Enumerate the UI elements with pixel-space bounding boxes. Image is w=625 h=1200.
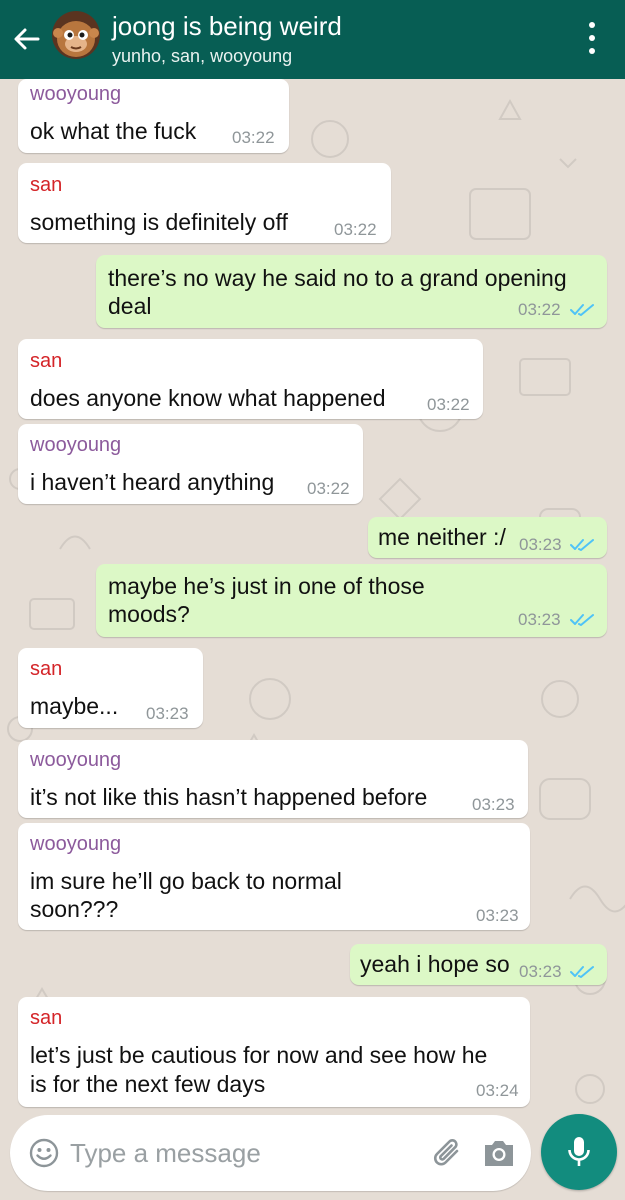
message-text: it’s not like this hasn’t happened befor… [30,784,428,810]
double-check-icon [570,966,594,978]
message-text: is for the next few days [30,1071,266,1097]
message-bubble-incoming[interactable]: san something is definitely off 03:22 [18,163,391,243]
message-sender: san [30,658,63,680]
message-text: im sure he’ll go back to normal [30,868,342,894]
message-text: moods? [108,601,190,627]
message-time: 03:24 [476,1081,519,1100]
chat-participants: yunho, san, wooyoung [112,46,293,66]
message-text: deal [108,293,152,319]
message-text: let’s just be cautious for now and see h… [30,1042,488,1068]
message-bubble-incoming[interactable]: wooyoung it’s not like this hasn’t happe… [18,740,528,818]
message-text: does anyone know what happened [30,385,386,411]
emoji-button[interactable] [28,1137,60,1169]
message-list[interactable]: wooyoung ok what the fuck 03:22 san some… [0,79,625,1200]
message-text: ok what the fuck [30,118,197,144]
message-sender: san [30,350,63,372]
camera-icon [485,1141,513,1166]
message-time: 03:23 [519,535,562,554]
message-text: something is definitely off [30,209,288,235]
message-bubble-incoming[interactable]: san maybe... 03:23 [18,648,203,728]
attach-button[interactable] [430,1135,466,1171]
smiley-icon [29,1138,59,1168]
messages: wooyoung ok what the fuck 03:22 san some… [0,79,625,1200]
message-bubble-incoming[interactable]: wooyoung i haven’t heard anything 03:22 [18,424,363,504]
message-text: maybe... [30,693,119,719]
message-text: me neither :/ [378,524,506,550]
message-text: there’s no way he said no to a grand ope… [108,265,567,291]
message-input[interactable] [70,1131,410,1175]
message-time: 03:22 [427,395,470,414]
message-bubble-outgoing[interactable]: there’s no way he said no to a grand ope… [96,255,607,328]
message-time: 03:23 [518,610,561,629]
message-bubble-incoming[interactable]: wooyoung im sure he’ll go back to normal… [18,823,530,930]
message-sender: san [30,174,63,196]
camera-button[interactable] [482,1137,516,1169]
message-composer [10,1115,531,1191]
message-time: 03:23 [472,795,515,814]
paperclip-icon [434,1139,459,1166]
message-bubble-incoming[interactable]: wooyoung ok what the fuck 03:22 [18,79,289,153]
message-time: 03:22 [307,479,350,498]
message-text: yeah i hope so [360,951,510,977]
chat-title[interactable]: joong is being weird [112,11,342,41]
group-avatar[interactable] [52,11,100,59]
message-sender: wooyoung [30,434,122,456]
double-check-icon [570,304,594,316]
double-check-icon [570,614,594,626]
message-time: 03:22 [334,220,377,239]
arrow-left-icon [14,28,40,50]
microphone-icon [568,1137,590,1166]
message-sender: wooyoung [30,833,122,855]
chat-header: joong is being weird yunho, san, wooyoun… [0,0,625,79]
message-text: i haven’t heard anything [30,469,275,495]
message-time: 03:23 [146,704,189,723]
voice-message-button[interactable] [541,1114,617,1190]
message-sender: wooyoung [30,83,122,105]
double-check-icon [570,539,594,551]
message-bubble-incoming[interactable]: san does anyone know what happened 03:22 [18,339,483,419]
message-text: maybe he’s just in one of those [108,573,425,599]
message-time: 03:22 [232,128,275,147]
message-bubble-outgoing[interactable]: yeah i hope so 03:23 [350,944,607,985]
more-options-button[interactable] [574,14,610,62]
message-sender: wooyoung [30,749,122,771]
message-sender: san [30,1007,63,1029]
message-time: 03:22 [518,300,561,319]
chat-screen: joong is being weird yunho, san, wooyoun… [0,0,625,1200]
message-bubble-incoming[interactable]: san let’s just be cautious for now and s… [18,997,530,1107]
back-button[interactable] [8,18,46,60]
message-time: 03:23 [519,962,562,981]
message-text: soon??? [30,896,119,922]
message-bubble-outgoing[interactable]: me neither :/ 03:23 [368,517,607,558]
message-time: 03:23 [476,906,519,925]
message-bubble-outgoing[interactable]: maybe he’s just in one of those moods? 0… [96,564,607,637]
